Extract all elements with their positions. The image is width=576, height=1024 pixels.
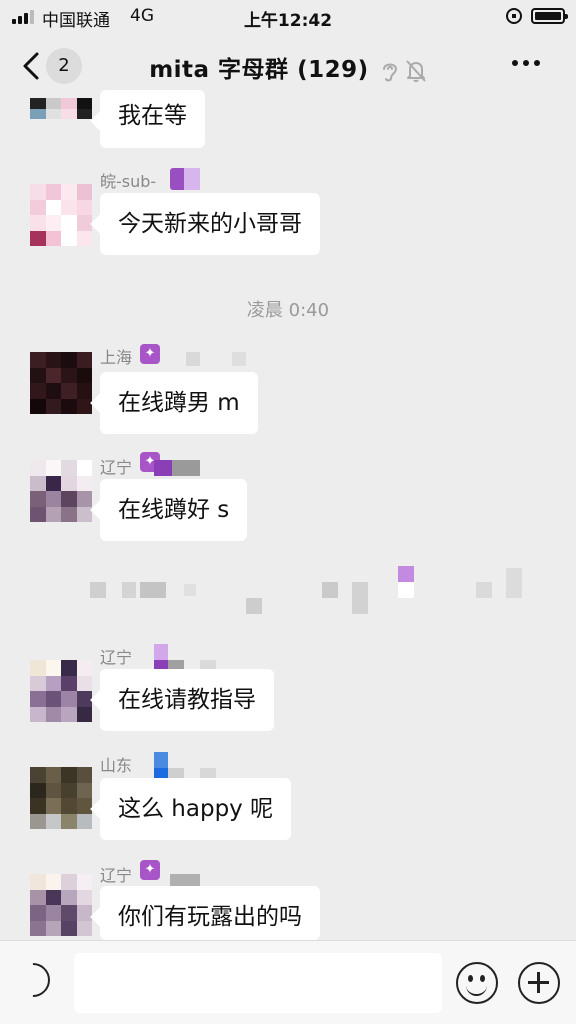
avatar[interactable]	[30, 460, 92, 522]
ear-icon	[382, 63, 397, 81]
voice-icon[interactable]	[8, 955, 58, 1005]
input-bar	[0, 940, 576, 1024]
pixelated-notice	[90, 582, 106, 598]
chat-header: 2 mita 字母群 (129)	[0, 34, 576, 96]
chat-title-group[interactable]: mita 字母群 (129)	[0, 50, 576, 87]
avatar[interactable]	[30, 660, 92, 722]
message-input[interactable]	[74, 953, 442, 1013]
message-bubble[interactable]: 在线蹲男 m	[100, 372, 258, 434]
timestamp-divider: 凌晨 0:40	[246, 300, 330, 321]
sender-name: 上海	[100, 348, 133, 367]
message-bubble[interactable]: 你们有玩露出的吗	[100, 886, 320, 940]
bell-muted-icon	[406, 59, 426, 82]
message-bubble[interactable]: 这么 happy 呢	[100, 778, 292, 840]
more-icon[interactable]	[512, 60, 540, 66]
chat-title: mita 字母群 (129)	[149, 57, 369, 83]
status-bar: 中国联通 4G 上午12:42	[0, 0, 576, 34]
member-badge-icon: ✦	[140, 860, 160, 880]
avatar[interactable]	[30, 98, 92, 140]
avatar[interactable]	[30, 767, 92, 829]
message-bubble[interactable]: 我在等	[100, 90, 205, 148]
avatar[interactable]	[30, 874, 92, 936]
sender-name: 辽宁	[100, 458, 133, 477]
message-bubble[interactable]: 在线蹲好 s	[100, 479, 248, 541]
sender-name: 辽宁	[100, 866, 133, 885]
member-badge-icon: ✦	[140, 344, 160, 364]
sender-name: 山东	[100, 756, 133, 775]
clock: 上午12:42	[243, 11, 333, 31]
message-bubble[interactable]: 在线请教指导	[100, 669, 274, 731]
message-bubble[interactable]: 今天新来的小哥哥	[100, 193, 320, 255]
battery-icon	[531, 8, 568, 24]
plus-icon[interactable]	[518, 962, 560, 1004]
sender-name: 辽宁	[100, 648, 133, 667]
orientation-lock-icon	[506, 8, 522, 24]
emoji-icon[interactable]	[456, 962, 498, 1004]
avatar[interactable]	[30, 352, 92, 414]
sender-name: 皖-sub-	[100, 172, 157, 191]
avatar[interactable]	[30, 184, 92, 246]
